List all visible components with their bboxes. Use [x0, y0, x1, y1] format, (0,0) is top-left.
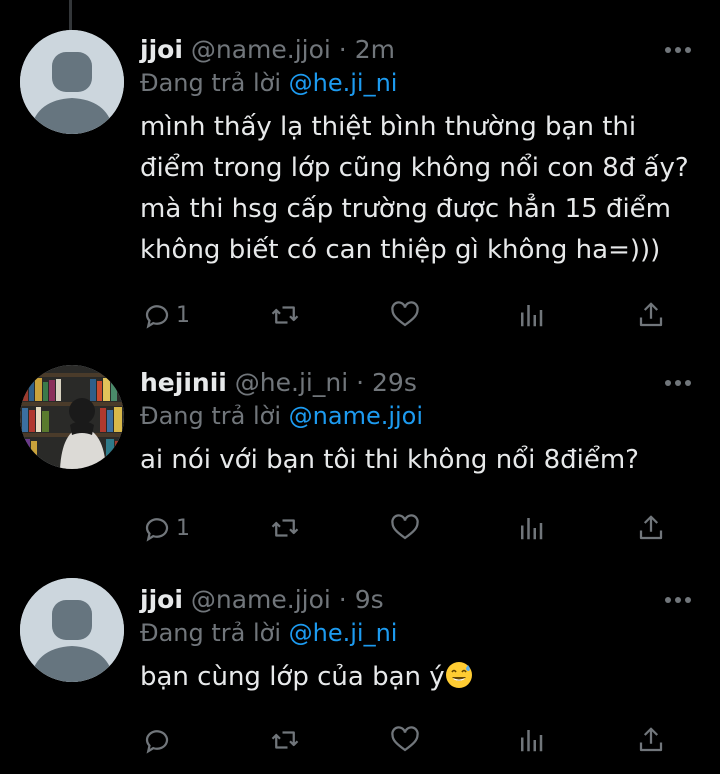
tweet-text-line: mà thi hsg cấp trường được hẳn 15 điểm: [140, 194, 671, 224]
analytics-button[interactable]: [516, 722, 546, 758]
tweet-text: ai nói với bạn tôi thi không nổi 8điểm?: [140, 440, 700, 481]
analytics-icon: [521, 305, 543, 327]
replying-to-label: Đang trả lời: [140, 402, 282, 430]
more-options-icon[interactable]: [664, 378, 692, 388]
share-icon: [639, 302, 663, 327]
replying-to: Đang trả lời @he.ji_ni: [140, 67, 700, 99]
share-icon: [639, 727, 663, 752]
avatar[interactable]: [20, 30, 124, 134]
share-button[interactable]: [636, 722, 666, 758]
share-button[interactable]: [636, 510, 666, 546]
retweet-icon: [271, 519, 299, 537]
user-handle[interactable]: @he.ji_ni: [235, 368, 348, 397]
analytics-button[interactable]: [516, 510, 546, 546]
reply-count: 1: [176, 515, 190, 541]
retweet-button[interactable]: [270, 510, 300, 546]
user-handle[interactable]: @name.jjoi: [191, 35, 331, 64]
more-options-icon[interactable]: [664, 595, 692, 605]
reply-icon: [145, 305, 169, 329]
analytics-icon: [521, 730, 543, 752]
tweet-text-line: ai nói với bạn tôi thi không nổi 8điểm?: [140, 445, 639, 475]
analytics-icon: [521, 518, 543, 540]
tweet-header: hejinii @he.ji_ni · 29s: [140, 368, 700, 398]
user-handle[interactable]: @name.jjoi: [191, 585, 331, 614]
analytics-button[interactable]: [516, 297, 546, 333]
heart-icon: [391, 514, 419, 540]
tweet-actions: [140, 722, 680, 758]
replying-to: Đang trả lời @name.jjoi: [140, 400, 700, 432]
reply-button[interactable]: 1: [142, 297, 190, 333]
tweet-2[interactable]: hejinii @he.ji_ni · 29s Đang trả lời @na…: [0, 345, 720, 570]
replying-to-label: Đang trả lời: [140, 619, 282, 647]
display-name[interactable]: jjoi: [140, 35, 183, 64]
separator-dot: ·: [356, 368, 365, 397]
tweet-text-line: điểm trong lớp cũng không nổi con 8đ ấy?: [140, 153, 689, 183]
like-button[interactable]: [390, 510, 420, 546]
sweat-smile-emoji: [445, 662, 472, 688]
tweet-header: jjoi @name.jjoi · 2m: [140, 35, 700, 65]
retweet-icon: [271, 306, 299, 324]
avatar[interactable]: [20, 578, 124, 682]
more-options-icon[interactable]: [664, 45, 692, 55]
mention-link[interactable]: @name.jjoi: [289, 402, 423, 430]
timestamp[interactable]: 2m: [355, 35, 395, 64]
timestamp[interactable]: 29s: [372, 368, 417, 397]
default-avatar-icon: [20, 30, 124, 134]
tweet-text-line: bạn cùng lớp của bạn ý: [140, 662, 445, 692]
display-name[interactable]: jjoi: [140, 585, 183, 614]
share-icon: [639, 515, 663, 540]
timestamp[interactable]: 9s: [355, 585, 384, 614]
like-button[interactable]: [390, 297, 420, 333]
heart-icon: [391, 726, 419, 752]
tweet-3[interactable]: jjoi @name.jjoi · 9s Đang trả lời @he.ji…: [0, 570, 720, 774]
reply-icon: [145, 518, 169, 542]
reply-count: 1: [176, 302, 190, 328]
separator-dot: ·: [338, 35, 347, 64]
tweet-text: bạn cùng lớp của bạn ý: [140, 657, 700, 698]
display-name[interactable]: hejinii: [140, 368, 227, 397]
tweet-actions: 1: [140, 510, 680, 546]
reply-button[interactable]: 1: [142, 510, 190, 546]
tweet-text-line: mình thấy lạ thiệt bình thường bạn thi: [140, 112, 637, 142]
replying-to: Đang trả lời @he.ji_ni: [140, 617, 700, 649]
separator-dot: ·: [338, 585, 347, 614]
reply-icon: [145, 730, 169, 754]
retweet-icon: [271, 731, 299, 749]
default-avatar-icon: [20, 578, 124, 682]
tweet-header: jjoi @name.jjoi · 9s: [140, 585, 700, 615]
share-button[interactable]: [636, 297, 666, 333]
bookshelf-photo-avatar: [20, 365, 124, 469]
avatar[interactable]: [20, 365, 124, 469]
mention-link[interactable]: @he.ji_ni: [289, 69, 398, 97]
replying-to-label: Đang trả lời: [140, 69, 282, 97]
tweet-1[interactable]: jjoi @name.jjoi · 2m Đang trả lời @he.ji…: [0, 0, 720, 345]
heart-icon: [391, 301, 419, 327]
mention-link[interactable]: @he.ji_ni: [289, 619, 398, 647]
tweet-text: mình thấy lạ thiệt bình thường bạn thi đ…: [140, 107, 700, 271]
tweet-text-line: không biết có can thiệp gì không ha=))): [140, 235, 661, 265]
tweet-actions: 1: [140, 297, 680, 333]
retweet-button[interactable]: [270, 722, 300, 758]
like-button[interactable]: [390, 722, 420, 758]
retweet-button[interactable]: [270, 297, 300, 333]
reply-button[interactable]: [142, 722, 176, 758]
